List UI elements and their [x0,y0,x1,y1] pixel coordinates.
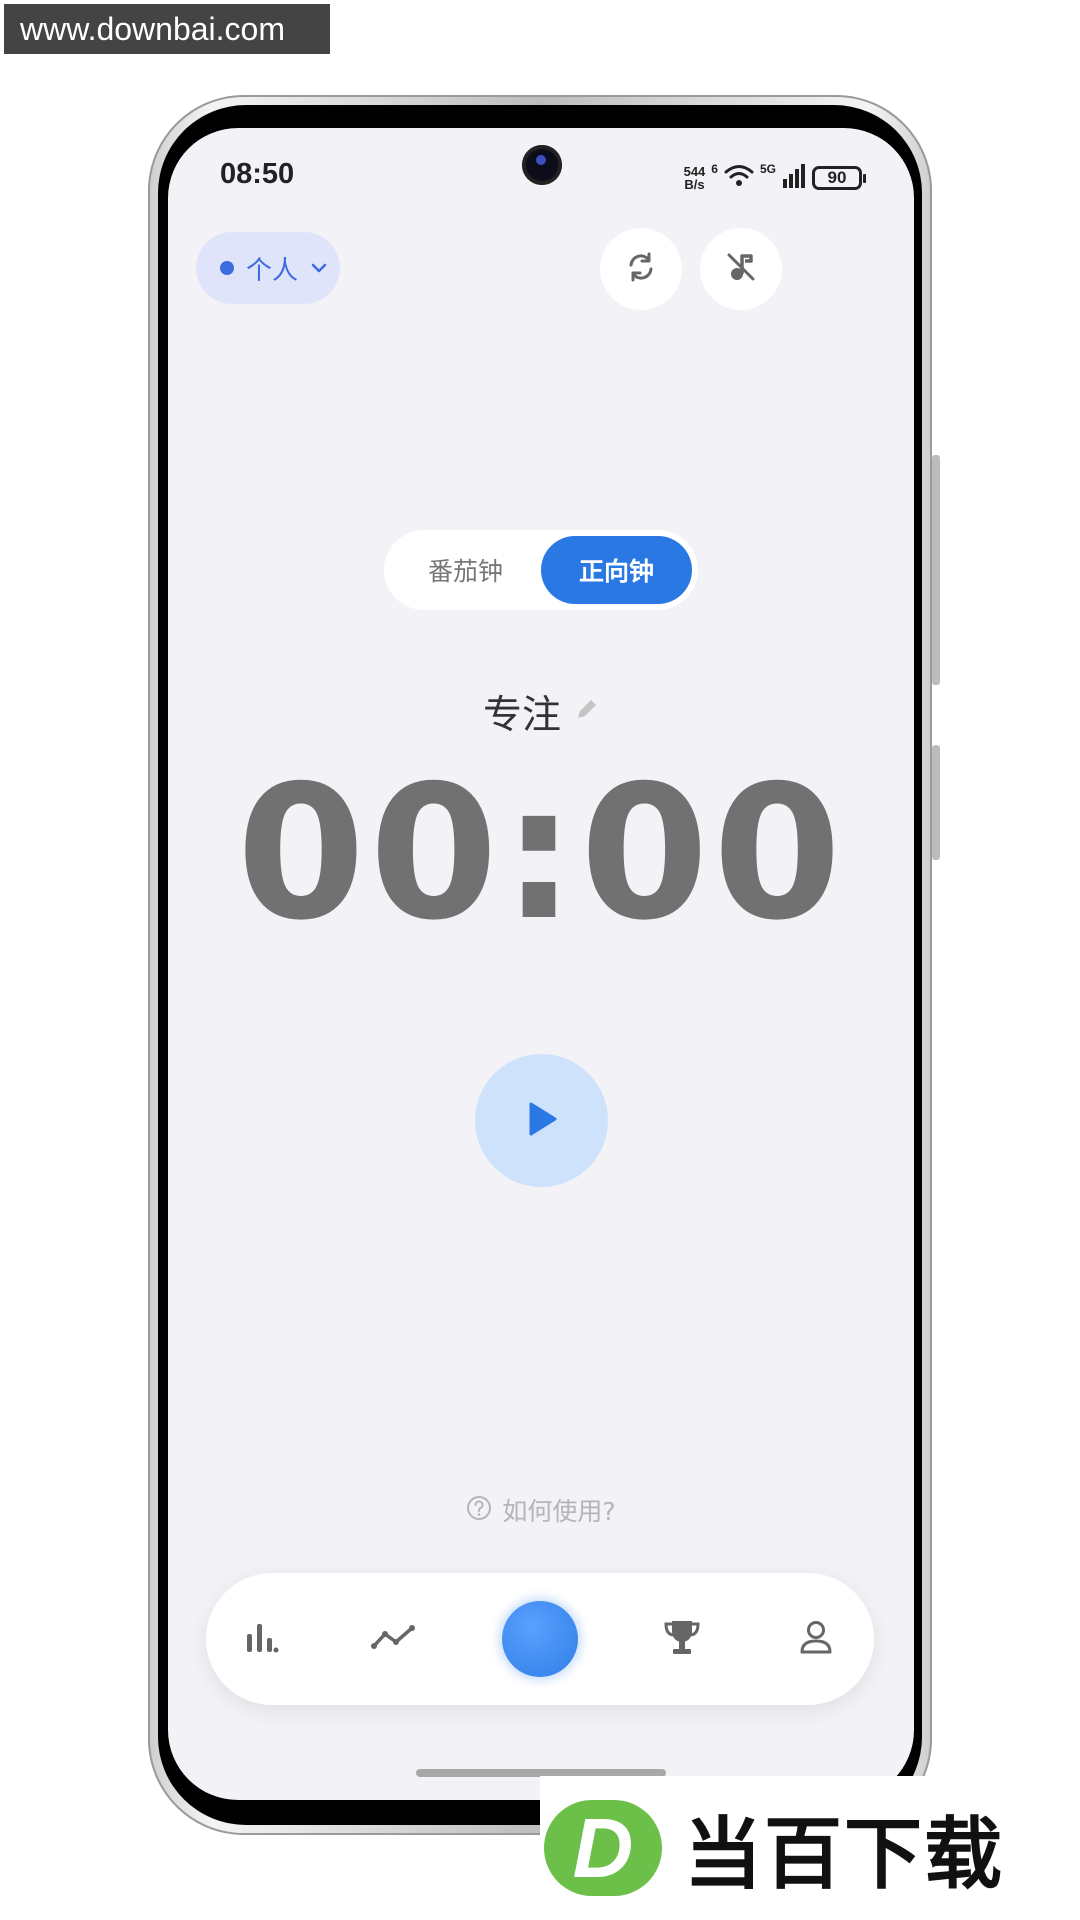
nav-stats[interactable] [232,1609,292,1669]
timer-display: 00:00 [236,745,846,961]
help-link[interactable]: 如何使用? [168,1492,914,1528]
question-circle-icon [466,1495,492,1525]
music-off-icon [724,250,758,288]
cellular-type-label: 5G [759,162,776,176]
focus-label-row[interactable]: 专注 [168,684,914,740]
power-button [932,745,940,860]
volume-button [932,455,940,685]
stats-bar-icon [244,1620,280,1658]
page: www.downbai.com 08:50 544 B/s 6 5G 90 个人… [0,0,1080,1920]
brand-text: 当百下载 [684,1810,1005,1900]
trophy-icon [662,1618,702,1660]
profile-selector[interactable]: 个人 [196,232,340,304]
start-button[interactable] [475,1054,608,1187]
sync-icon [624,250,658,288]
trend-line-icon [370,1622,418,1656]
brand-logo-letter: D [572,1800,634,1895]
signal-icon [782,163,806,193]
site-watermark: www.downbai.com [4,4,330,54]
help-text: 如何使用? [502,1497,616,1526]
pencil-icon[interactable] [573,697,599,727]
net-speed-unit: B/s [684,177,705,192]
mode-stopwatch-tab[interactable]: 正向钟 [541,536,692,604]
brand-logo: D [544,1800,662,1896]
battery-indicator: 90 [812,166,866,190]
focus-label: 专注 [482,693,561,738]
wifi-icon [724,163,754,193]
chevron-down-icon [310,259,328,278]
nav-achievements[interactable] [652,1609,712,1669]
profile-label: 个人 [246,255,299,286]
app-screen: 08:50 544 B/s 6 5G 90 个人 番茄钟 正向钟 专注 00:0… [168,128,914,1800]
status-icons: 544 B/s 6 5G 90 [684,162,866,194]
play-icon [525,1100,559,1142]
bottom-nav [206,1573,874,1705]
profile-icon [797,1618,835,1660]
sound-toggle-button[interactable] [700,228,782,310]
nav-focus-center[interactable] [502,1601,578,1677]
nav-profile[interactable] [786,1609,846,1669]
sync-button[interactable] [600,228,682,310]
mode-pomodoro-tab[interactable]: 番茄钟 [390,536,541,604]
front-camera [522,145,562,185]
timer-mode-toggle: 番茄钟 正向钟 [384,530,698,610]
status-time: 08:50 [220,158,295,190]
brand-watermark: D 当百下载 [540,1776,1080,1920]
wifi-standard-label: 6 [711,162,718,176]
nav-trends[interactable] [364,1609,424,1669]
net-speed: 544 B/s [684,165,706,191]
profile-dot [220,261,234,275]
